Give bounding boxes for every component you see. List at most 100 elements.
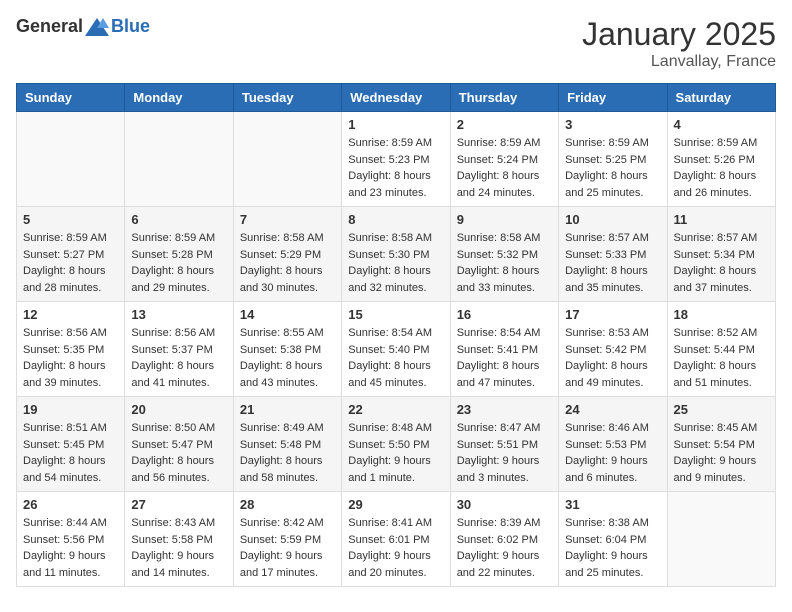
calendar-day-cell: 11 Sunrise: 8:57 AMSunset: 5:34 PMDayligh… bbox=[667, 207, 775, 302]
day-number: 6 bbox=[131, 212, 226, 227]
day-number: 19 bbox=[23, 402, 118, 417]
day-info: Sunrise: 8:44 AMSunset: 5:56 PMDaylight:… bbox=[23, 515, 118, 581]
day-number: 27 bbox=[131, 497, 226, 512]
calendar-week-row: 12 Sunrise: 8:56 AMSunset: 5:35 PMDayligh… bbox=[17, 302, 776, 397]
calendar-day-cell: 1 Sunrise: 8:59 AMSunset: 5:23 PMDaylight… bbox=[342, 112, 450, 207]
day-info: Sunrise: 8:57 AMSunset: 5:33 PMDaylight:… bbox=[565, 230, 660, 296]
day-of-week-header: Wednesday bbox=[342, 84, 450, 112]
day-info: Sunrise: 8:55 AMSunset: 5:38 PMDaylight:… bbox=[240, 325, 335, 391]
calendar-day-cell: 27 Sunrise: 8:43 AMSunset: 5:58 PMDayligh… bbox=[125, 492, 233, 587]
day-number: 22 bbox=[348, 402, 443, 417]
day-number: 13 bbox=[131, 307, 226, 322]
day-number: 21 bbox=[240, 402, 335, 417]
day-info: Sunrise: 8:59 AMSunset: 5:23 PMDaylight:… bbox=[348, 135, 443, 201]
day-number: 11 bbox=[674, 212, 769, 227]
logo-blue: Blue bbox=[111, 16, 150, 37]
calendar-day-cell: 15 Sunrise: 8:54 AMSunset: 5:40 PMDayligh… bbox=[342, 302, 450, 397]
day-info: Sunrise: 8:47 AMSunset: 5:51 PMDaylight:… bbox=[457, 420, 552, 486]
day-info: Sunrise: 8:41 AMSunset: 6:01 PMDaylight:… bbox=[348, 515, 443, 581]
calendar-day-cell bbox=[667, 492, 775, 587]
day-number: 26 bbox=[23, 497, 118, 512]
day-info: Sunrise: 8:48 AMSunset: 5:50 PMDaylight:… bbox=[348, 420, 443, 486]
calendar-day-cell bbox=[125, 112, 233, 207]
day-number: 24 bbox=[565, 402, 660, 417]
day-number: 30 bbox=[457, 497, 552, 512]
day-info: Sunrise: 8:56 AMSunset: 5:37 PMDaylight:… bbox=[131, 325, 226, 391]
day-number: 25 bbox=[674, 402, 769, 417]
day-number: 29 bbox=[348, 497, 443, 512]
calendar-day-cell: 21 Sunrise: 8:49 AMSunset: 5:48 PMDayligh… bbox=[233, 397, 341, 492]
day-info: Sunrise: 8:43 AMSunset: 5:58 PMDaylight:… bbox=[131, 515, 226, 581]
day-number: 10 bbox=[565, 212, 660, 227]
calendar-day-cell: 28Sunrise: 8:42 AMSunset: 5:59 PMDayligh… bbox=[233, 492, 341, 587]
day-info: Sunrise: 8:57 AMSunset: 5:34 PMDaylight:… bbox=[674, 230, 769, 296]
day-info: Sunrise: 8:50 AMSunset: 5:47 PMDaylight:… bbox=[131, 420, 226, 486]
day-info: Sunrise: 8:52 AMSunset: 5:44 PMDaylight:… bbox=[674, 325, 769, 391]
day-info: Sunrise: 8:54 AMSunset: 5:41 PMDaylight:… bbox=[457, 325, 552, 391]
day-number: 1 bbox=[348, 117, 443, 132]
calendar-day-cell: 4Sunrise: 8:59 AMSunset: 5:26 PMDaylight… bbox=[667, 112, 775, 207]
calendar-day-cell: 10 Sunrise: 8:57 AMSunset: 5:33 PMDayligh… bbox=[559, 207, 667, 302]
day-number: 9 bbox=[457, 212, 552, 227]
location-title: Lanvallay, France bbox=[582, 53, 776, 71]
day-info: Sunrise: 8:59 AMSunset: 5:26 PMDaylight:… bbox=[674, 135, 769, 201]
day-info: Sunrise: 8:39 AMSunset: 6:02 PMDaylight:… bbox=[457, 515, 552, 581]
calendar-day-cell: 13 Sunrise: 8:56 AMSunset: 5:37 PMDayligh… bbox=[125, 302, 233, 397]
day-number: 16 bbox=[457, 307, 552, 322]
day-info: Sunrise: 8:54 AMSunset: 5:40 PMDaylight:… bbox=[348, 325, 443, 391]
day-number: 2 bbox=[457, 117, 552, 132]
calendar-day-cell: 26 Sunrise: 8:44 AMSunset: 5:56 PMDayligh… bbox=[17, 492, 125, 587]
calendar-day-cell: 2 Sunrise: 8:59 AMSunset: 5:24 PMDaylight… bbox=[450, 112, 558, 207]
day-of-week-header: Thursday bbox=[450, 84, 558, 112]
day-number: 18 bbox=[674, 307, 769, 322]
calendar-week-row: 19Sunrise: 8:51 AMSunset: 5:45 PMDayligh… bbox=[17, 397, 776, 492]
calendar-day-cell: 19Sunrise: 8:51 AMSunset: 5:45 PMDayligh… bbox=[17, 397, 125, 492]
day-of-week-header: Saturday bbox=[667, 84, 775, 112]
day-info: Sunrise: 8:56 AMSunset: 5:35 PMDaylight:… bbox=[23, 325, 118, 391]
calendar-day-cell bbox=[233, 112, 341, 207]
day-number: 3 bbox=[565, 117, 660, 132]
day-number: 7 bbox=[240, 212, 335, 227]
logo-general: General bbox=[16, 16, 83, 37]
calendar-day-cell: 9 Sunrise: 8:58 AMSunset: 5:32 PMDaylight… bbox=[450, 207, 558, 302]
calendar-day-cell: 29 Sunrise: 8:41 AMSunset: 6:01 PMDayligh… bbox=[342, 492, 450, 587]
day-number: 8 bbox=[348, 212, 443, 227]
day-number: 14 bbox=[240, 307, 335, 322]
day-number: 12 bbox=[23, 307, 118, 322]
day-number: 15 bbox=[348, 307, 443, 322]
calendar-day-cell: 3Sunrise: 8:59 AMSunset: 5:25 PMDaylight… bbox=[559, 112, 667, 207]
day-of-week-header: Monday bbox=[125, 84, 233, 112]
calendar-day-cell: 25Sunrise: 8:45 AMSunset: 5:54 PMDayligh… bbox=[667, 397, 775, 492]
calendar-week-row: 5Sunrise: 8:59 AMSunset: 5:27 PMDaylight… bbox=[17, 207, 776, 302]
calendar-day-cell: 22 Sunrise: 8:48 AMSunset: 5:50 PMDayligh… bbox=[342, 397, 450, 492]
day-info: Sunrise: 8:58 AMSunset: 5:32 PMDaylight:… bbox=[457, 230, 552, 296]
calendar-week-row: 26 Sunrise: 8:44 AMSunset: 5:56 PMDayligh… bbox=[17, 492, 776, 587]
day-info: Sunrise: 8:46 AMSunset: 5:53 PMDaylight:… bbox=[565, 420, 660, 486]
day-info: Sunrise: 8:58 AMSunset: 5:30 PMDaylight:… bbox=[348, 230, 443, 296]
calendar-day-cell: 17Sunrise: 8:53 AMSunset: 5:42 PMDayligh… bbox=[559, 302, 667, 397]
day-number: 31 bbox=[565, 497, 660, 512]
page-header: General Blue January 2025 Lanvallay, Fra… bbox=[16, 16, 776, 71]
calendar-day-cell: 20Sunrise: 8:50 AMSunset: 5:47 PMDayligh… bbox=[125, 397, 233, 492]
calendar-week-row: 1 Sunrise: 8:59 AMSunset: 5:23 PMDaylight… bbox=[17, 112, 776, 207]
calendar-table: SundayMondayTuesdayWednesdayThursdayFrid… bbox=[16, 83, 776, 587]
title-block: January 2025 Lanvallay, France bbox=[582, 16, 776, 71]
day-info: Sunrise: 8:59 AMSunset: 5:28 PMDaylight:… bbox=[131, 230, 226, 296]
logo-icon bbox=[85, 18, 109, 36]
day-number: 23 bbox=[457, 402, 552, 417]
calendar-day-cell: 24 Sunrise: 8:46 AMSunset: 5:53 PMDayligh… bbox=[559, 397, 667, 492]
day-of-week-header: Friday bbox=[559, 84, 667, 112]
day-info: Sunrise: 8:49 AMSunset: 5:48 PMDaylight:… bbox=[240, 420, 335, 486]
calendar-day-cell: 6 Sunrise: 8:59 AMSunset: 5:28 PMDaylight… bbox=[125, 207, 233, 302]
calendar-day-cell: 18 Sunrise: 8:52 AMSunset: 5:44 PMDayligh… bbox=[667, 302, 775, 397]
calendar-day-cell: 7Sunrise: 8:58 AMSunset: 5:29 PMDaylight… bbox=[233, 207, 341, 302]
day-info: Sunrise: 8:59 AMSunset: 5:24 PMDaylight:… bbox=[457, 135, 552, 201]
calendar-day-cell: 16 Sunrise: 8:54 AMSunset: 5:41 PMDayligh… bbox=[450, 302, 558, 397]
day-number: 17 bbox=[565, 307, 660, 322]
calendar-header-row: SundayMondayTuesdayWednesdayThursdayFrid… bbox=[17, 84, 776, 112]
calendar-day-cell: 30 Sunrise: 8:39 AMSunset: 6:02 PMDayligh… bbox=[450, 492, 558, 587]
calendar-day-cell bbox=[17, 112, 125, 207]
calendar-day-cell: 14 Sunrise: 8:55 AMSunset: 5:38 PMDayligh… bbox=[233, 302, 341, 397]
day-number: 28 bbox=[240, 497, 335, 512]
day-of-week-header: Sunday bbox=[17, 84, 125, 112]
